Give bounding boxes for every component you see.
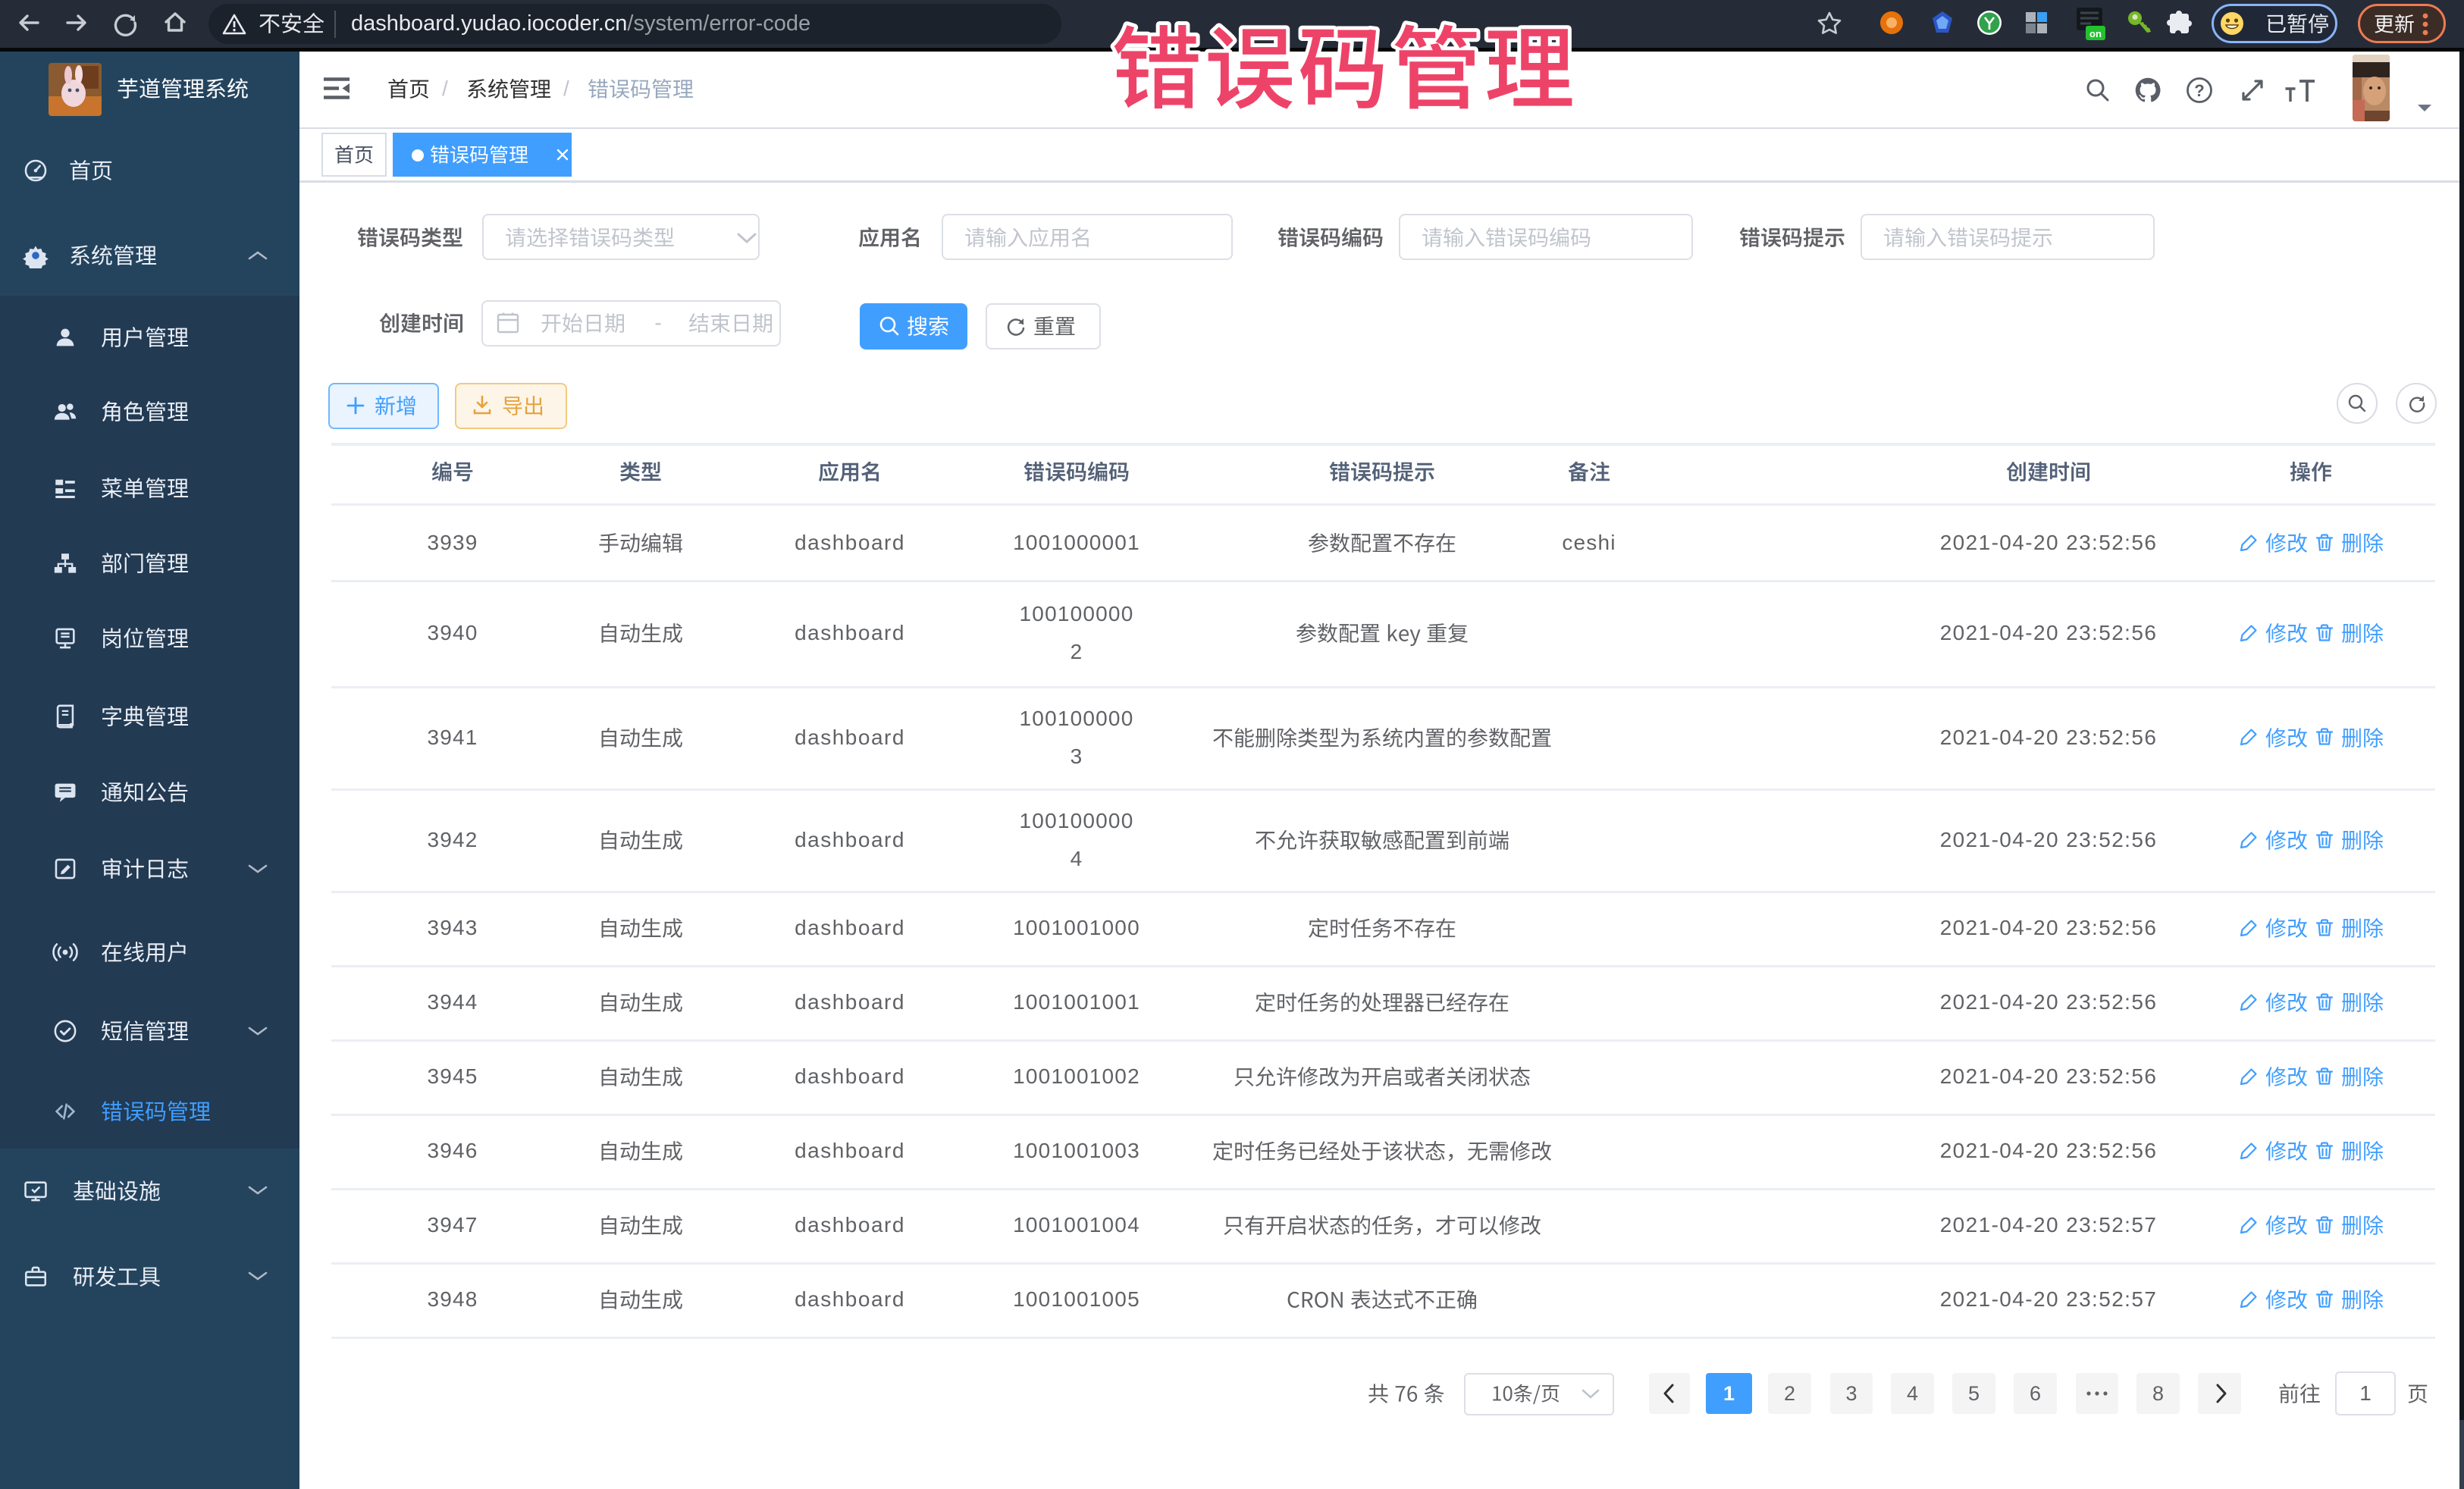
svg-text:on: on xyxy=(2089,28,2102,39)
